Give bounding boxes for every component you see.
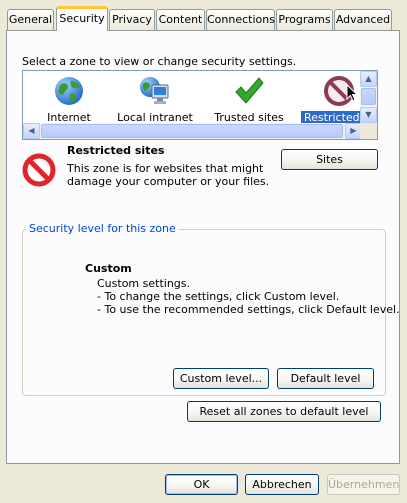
zone-internet[interactable]: Internet: [26, 73, 112, 125]
tab-content[interactable]: Content: [156, 9, 205, 30]
checkmark-icon: [235, 77, 264, 104]
security-level-line1: Custom settings.: [97, 277, 191, 290]
zone-trusted-sites[interactable]: Trusted sites: [206, 73, 292, 125]
cancel-button[interactable]: Abbrechen: [245, 474, 319, 495]
mouse-pointer-icon: [346, 84, 358, 102]
zone-horizontal-scrollbar[interactable]: ◀ ▶: [23, 123, 362, 139]
security-level-line3: - To use the recommended settings, click…: [97, 303, 400, 316]
horizontal-scroll-thumb[interactable]: [41, 124, 343, 138]
custom-level-button[interactable]: Custom level...: [173, 368, 269, 389]
security-level-legend: Security level for this zone: [26, 222, 179, 235]
tab-connections[interactable]: Connections: [206, 9, 275, 30]
default-level-button[interactable]: Default level: [277, 368, 374, 389]
reset-all-zones-button[interactable]: Reset all zones to default level: [187, 401, 381, 422]
security-level-heading: Custom: [85, 262, 132, 275]
apply-button[interactable]: Übernehmen: [327, 474, 400, 495]
globe-icon: [55, 77, 83, 105]
zone-description-line2: damage your computer or your files.: [67, 175, 270, 188]
tab-programs[interactable]: Programs: [276, 9, 333, 30]
vertical-scroll-thumb[interactable]: [361, 88, 376, 105]
zone-list[interactable]: Internet Local intranet Trusted sites Re…: [22, 70, 378, 140]
scroll-down-icon[interactable]: ▼: [360, 107, 377, 123]
tab-advanced[interactable]: Advanced: [334, 9, 392, 30]
sites-button[interactable]: Sites: [281, 149, 378, 170]
zone-instruction: Select a zone to view or change security…: [22, 55, 297, 68]
scroll-left-icon[interactable]: ◀: [23, 123, 40, 139]
ok-button[interactable]: OK: [165, 474, 238, 495]
security-level-line2: - To change the settings, click Custom l…: [97, 290, 340, 303]
zone-local-intranet[interactable]: Local intranet: [112, 73, 198, 125]
intranet-icon: [140, 77, 169, 104]
zone-title: Restricted sites: [67, 144, 165, 157]
scroll-up-icon[interactable]: ▲: [360, 71, 377, 87]
zone-description-line1: This zone is for websites that might: [67, 162, 264, 175]
tab-security[interactable]: Security: [56, 6, 108, 31]
scrollbar-corner: [360, 123, 377, 139]
tab-general[interactable]: General: [7, 9, 54, 30]
tab-privacy[interactable]: Privacy: [109, 9, 155, 30]
restricted-sites-icon: [22, 153, 56, 187]
zone-vertical-scrollbar[interactable]: ▲ ▼: [360, 71, 377, 123]
